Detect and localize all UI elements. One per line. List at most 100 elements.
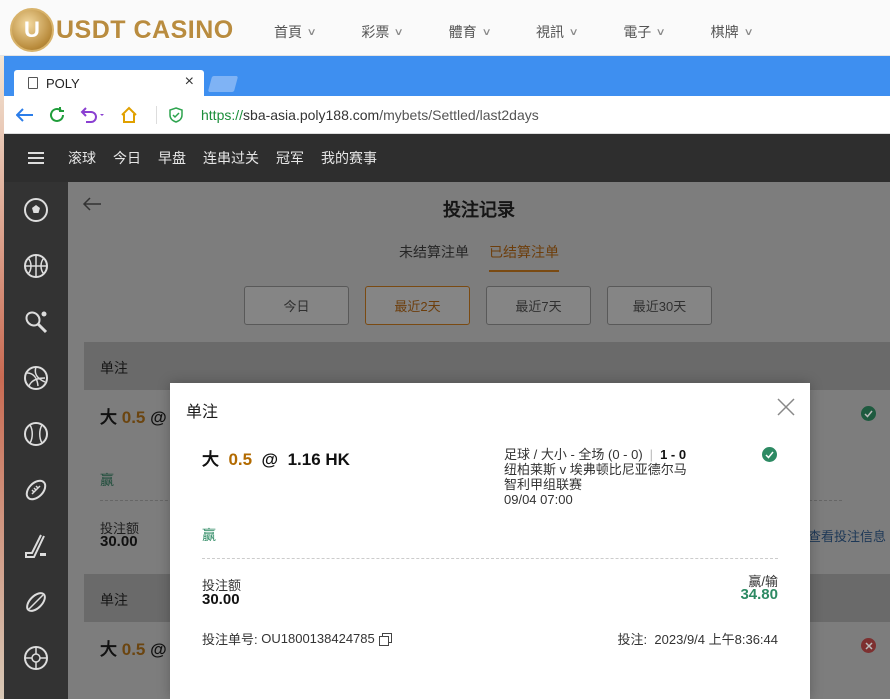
sidebar-item-soccer[interactable] xyxy=(4,182,68,238)
at-sign: @ xyxy=(261,450,279,469)
sidebar-item-futsal[interactable] xyxy=(4,630,68,686)
site-nav: 首頁 ∨ 彩票 ∨ 體育 ∨ 視訊 ∨ 電子 ∨ 棋牌 ∨ xyxy=(274,22,798,42)
arrow-left-icon xyxy=(16,107,33,122)
market-line: 足球 / 大小 - 全场 (0 - 0) | 1 - 0 xyxy=(504,447,687,462)
kickoff-time: 09/04 07:00 xyxy=(504,492,573,507)
refresh-icon xyxy=(50,106,64,122)
copy-icon[interactable] xyxy=(378,632,392,646)
lose-x-icon xyxy=(861,638,876,653)
close-icon[interactable]: × xyxy=(185,73,194,91)
chevron-down-icon: ∨ xyxy=(393,26,405,38)
site-nav-lottery[interactable]: 彩票 ∨ xyxy=(361,22,405,42)
futsal-icon xyxy=(24,646,48,670)
new-tab-button[interactable] xyxy=(207,76,239,92)
sidebar-item-volleyball[interactable] xyxy=(4,350,68,406)
basketball-icon xyxy=(24,254,48,278)
site-nav-label: 棋牌 xyxy=(710,24,739,40)
site-nav-label: 電子 xyxy=(623,24,652,40)
soccer-icon xyxy=(24,198,48,222)
home-button[interactable] xyxy=(118,104,140,126)
bet-time: 投注: 2023/9/4 上午8:36:44 xyxy=(618,629,778,648)
tab-strip: POLY × xyxy=(4,56,890,96)
bet-result: 赢 xyxy=(100,472,114,488)
site-nav-slots[interactable]: 電子 ∨ xyxy=(623,22,667,42)
tab-title: POLY xyxy=(46,75,80,91)
browser-tab[interactable]: POLY × xyxy=(14,70,204,96)
home-icon xyxy=(121,106,137,123)
chevron-down-icon: ∨ xyxy=(655,26,667,38)
site-nav-cards[interactable]: 棋牌 ∨ xyxy=(710,22,754,42)
at-sign: @ xyxy=(150,640,167,659)
address-bar: https://sba-asia.poly188.com/mybets/Sett… xyxy=(4,96,890,134)
sidebar-item-rugby[interactable] xyxy=(4,574,68,630)
sidebar-item-american-football[interactable] xyxy=(4,462,68,518)
winloss-amount: 34.80 xyxy=(740,586,778,603)
filter-last-30-days[interactable]: 最近30天 xyxy=(607,286,712,325)
back-button[interactable] xyxy=(14,104,36,126)
final-score: 1 - 0 xyxy=(660,447,687,462)
topnav-early[interactable]: 早盘 xyxy=(158,148,186,168)
bet-selection: 大 0.5 @ 1.16 HK xyxy=(202,445,350,470)
site-nav-home[interactable]: 首頁 ∨ xyxy=(274,22,317,42)
page-title: 投注记录 xyxy=(443,200,515,220)
topnav-parlay[interactable]: 连串过关 xyxy=(203,148,259,168)
topnav-today[interactable]: 今日 xyxy=(113,148,141,168)
app-topbar: 滚球 今日 早盘 连串过关 冠军 我的赛事 xyxy=(4,134,890,182)
sidebar-item-tennis[interactable] xyxy=(4,294,68,350)
logo-text: USDT CASINO xyxy=(56,15,234,44)
topnav-outright[interactable]: 冠军 xyxy=(276,148,304,168)
date-filters: 今日 最近2天 最近7天 最近30天 xyxy=(244,286,728,325)
tab-settled[interactable]: 已结算注单 xyxy=(489,242,559,272)
url-field[interactable]: https://sba-asia.poly188.com/mybets/Sett… xyxy=(201,107,539,123)
menu-icon[interactable] xyxy=(28,149,44,167)
site-nav-label: 首頁 xyxy=(274,24,302,40)
topnav-live[interactable]: 滚球 xyxy=(68,148,96,168)
site-nav-label: 視訊 xyxy=(535,24,564,40)
sidebar-item-basketball[interactable] xyxy=(4,238,68,294)
win-check-icon xyxy=(861,406,876,421)
filter-last-2-days[interactable]: 最近2天 xyxy=(365,286,470,325)
odds-value: 1.16 HK xyxy=(287,450,350,469)
bet-time-label: 投注: xyxy=(617,632,648,647)
ticket-number: 投注单号: OU1800138424785 xyxy=(202,629,392,648)
filter-last-7-days[interactable]: 最近7天 xyxy=(486,286,591,325)
stake-amount: 30.00 xyxy=(100,533,138,550)
handicap-line: 0.5 xyxy=(228,450,253,469)
rugby-icon xyxy=(26,592,46,612)
baseball-icon xyxy=(24,422,48,446)
tab-unsettled[interactable]: 未结算注单 xyxy=(399,242,469,272)
topnav-my-events[interactable]: 我的赛事 xyxy=(321,148,377,168)
site-nav-live[interactable]: 視訊 ∨ xyxy=(535,22,579,42)
teams: 纽柏莱斯 v 埃弗顿比尼亚德尔马 xyxy=(504,462,687,477)
selection-label: 大 xyxy=(100,640,117,659)
sports-sidebar xyxy=(4,182,68,699)
bet-result: 赢 xyxy=(202,527,216,543)
undo-icon xyxy=(80,106,104,123)
url-path: /mybets/Settled/last2days xyxy=(379,106,539,123)
ticket-value: OU1800138424785 xyxy=(261,631,375,646)
document-icon xyxy=(28,77,38,89)
bet-selection[interactable]: 大 0.5 @ xyxy=(100,403,167,428)
chevron-down-icon: ∨ xyxy=(568,26,579,38)
divider: | xyxy=(649,447,654,462)
hockey-icon xyxy=(25,534,46,558)
casino-logo[interactable]: U USDT CASINO xyxy=(10,8,234,52)
close-button[interactable] xyxy=(776,397,796,417)
chevron-down-icon: ∨ xyxy=(743,26,754,38)
sidebar-item-baseball[interactable] xyxy=(4,406,68,462)
site-nav-sports[interactable]: 體育 ∨ xyxy=(449,22,492,42)
modal-title: 单注 xyxy=(186,404,219,421)
divider xyxy=(156,105,157,124)
american-football-icon xyxy=(25,479,47,501)
league: 智利甲组联赛 xyxy=(504,477,583,492)
undo-button[interactable] xyxy=(78,104,108,126)
sidebar-item-hockey[interactable] xyxy=(4,518,68,574)
bet-detail-modal: 单注 大 0.5 @ 1.16 HK 足球 / 大小 - 全场 (0 - 0) … xyxy=(170,383,810,699)
bet-selection[interactable]: 大 0.5 @ xyxy=(100,635,167,660)
logo-emblem: U xyxy=(10,8,54,52)
secure-shield-icon xyxy=(169,106,183,123)
view-bet-details-link[interactable]: 查看投注信息 xyxy=(808,526,886,545)
filter-today[interactable]: 今日 xyxy=(244,286,349,325)
refresh-button[interactable] xyxy=(46,104,68,126)
volleyball-icon xyxy=(24,366,48,390)
